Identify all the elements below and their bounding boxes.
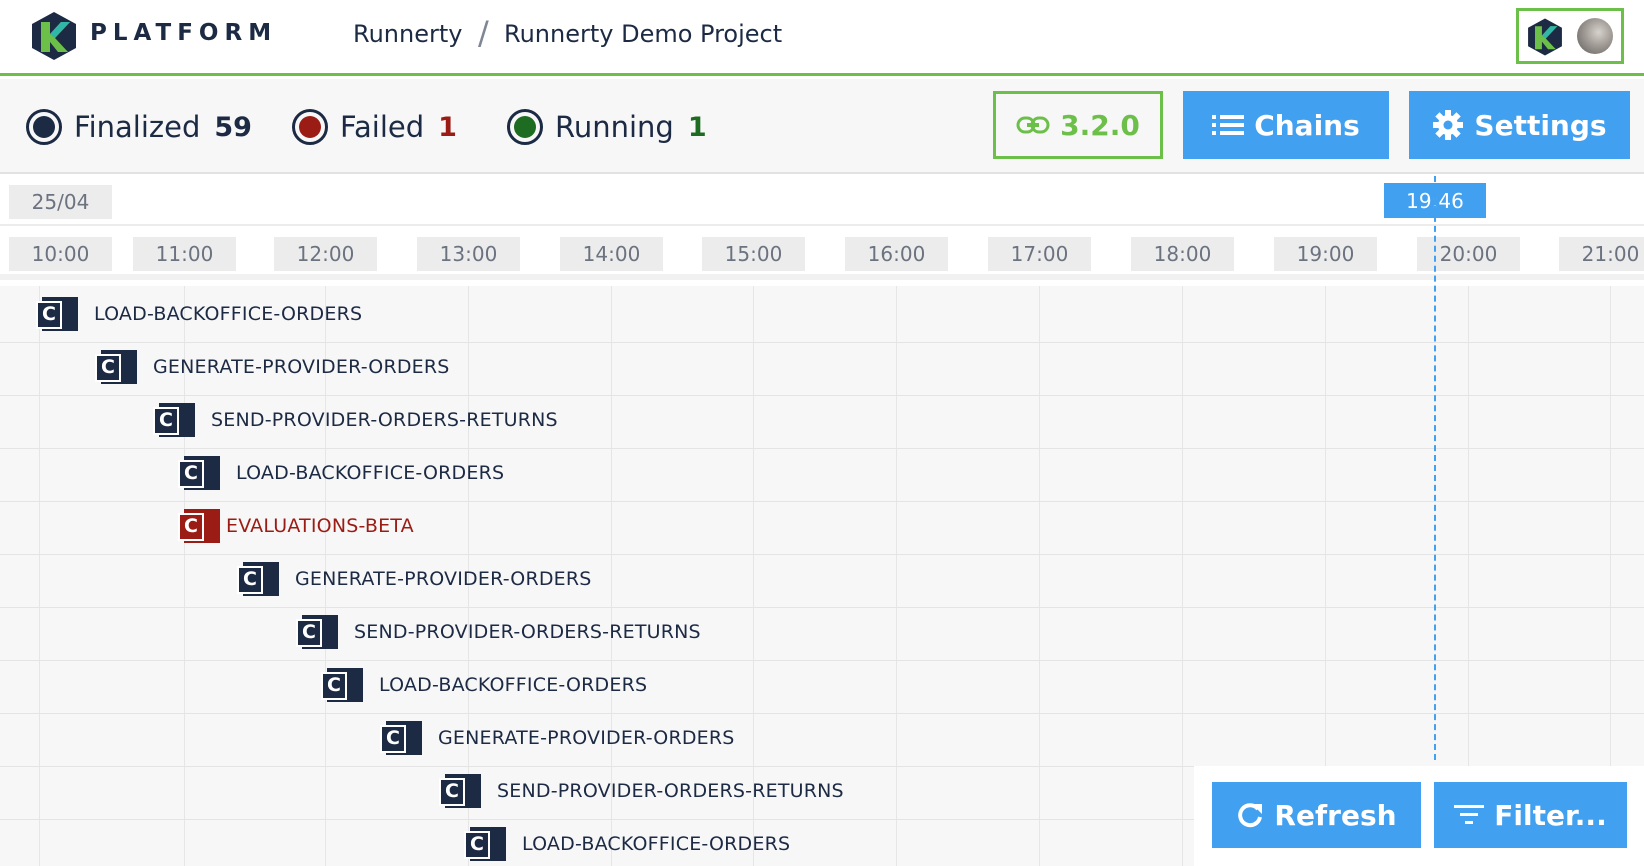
link-icon bbox=[1016, 116, 1050, 134]
chain-icon: C bbox=[95, 350, 137, 384]
brand-name[interactable]: PLATFORM bbox=[90, 20, 277, 46]
hour-label: 21:00 bbox=[1559, 237, 1644, 271]
finalized-label: Finalized bbox=[74, 110, 201, 144]
chain-icon: C bbox=[464, 827, 506, 861]
chain-name: SEND-PROVIDER-ORDERS-RETURNS bbox=[497, 780, 844, 802]
status-bar: Finalized 59 Failed 1 Running 1 3.2.0 Ch… bbox=[0, 79, 1644, 174]
chain-row[interactable]: C GENERATE-PROVIDER-ORDERS bbox=[237, 559, 592, 599]
chain-failed-icon: C bbox=[178, 509, 220, 543]
chain-icon: C bbox=[380, 721, 422, 755]
hour-label: 11:00 bbox=[133, 237, 236, 271]
settings-button[interactable]: Settings bbox=[1409, 91, 1630, 159]
org-logo-icon bbox=[1528, 18, 1562, 56]
platform-logo-icon[interactable] bbox=[28, 10, 80, 62]
hour-label: 19:00 bbox=[1274, 237, 1377, 271]
filter-button[interactable]: Filter... bbox=[1434, 782, 1627, 848]
version-label: 3.2.0 bbox=[1060, 108, 1140, 142]
chain-icon: C bbox=[296, 615, 338, 649]
chain-row-failed[interactable]: C EVALUATIONS-BETA bbox=[178, 506, 414, 546]
chain-name: GENERATE-PROVIDER-ORDERS bbox=[153, 356, 450, 378]
chain-row[interactable]: C SEND-PROVIDER-ORDERS-RETURNS bbox=[153, 400, 558, 440]
avatar[interactable] bbox=[1577, 18, 1613, 54]
filter-icon bbox=[1454, 805, 1485, 824]
date-label: 25/04 bbox=[9, 185, 112, 219]
list-icon bbox=[1212, 115, 1245, 135]
hour-label: 18:00 bbox=[1131, 237, 1234, 271]
chain-row[interactable]: C SEND-PROVIDER-ORDERS-RETURNS bbox=[439, 771, 844, 811]
chain-row[interactable]: C LOAD-BACKOFFICE-ORDERS bbox=[464, 824, 790, 864]
filter-label: Filter... bbox=[1494, 798, 1607, 832]
running-label: Running bbox=[555, 110, 674, 144]
chain-icon: C bbox=[178, 456, 220, 490]
current-time-line bbox=[1434, 176, 1436, 760]
chain-row[interactable]: C LOAD-BACKOFFICE-ORDERS bbox=[321, 665, 647, 705]
chain-row[interactable]: C LOAD-BACKOFFICE-ORDERS bbox=[178, 453, 504, 493]
chain-name: SEND-PROVIDER-ORDERS-RETURNS bbox=[211, 409, 558, 431]
chain-row[interactable]: C SEND-PROVIDER-ORDERS-RETURNS bbox=[296, 612, 701, 652]
version-button[interactable]: 3.2.0 bbox=[993, 91, 1163, 159]
chain-icon: C bbox=[439, 774, 481, 808]
finalized-status-icon bbox=[26, 109, 62, 145]
user-menu[interactable] bbox=[1516, 8, 1624, 64]
breadcrumb-project[interactable]: Runnerty Demo Project bbox=[504, 20, 782, 48]
hour-label: 14:00 bbox=[560, 237, 663, 271]
chain-name: GENERATE-PROVIDER-ORDERS bbox=[438, 727, 735, 749]
running-stat[interactable]: Running 1 bbox=[507, 107, 707, 147]
failed-label: Failed bbox=[340, 110, 425, 144]
chain-name: EVALUATIONS-BETA bbox=[226, 515, 414, 537]
hour-label: 20:00 bbox=[1417, 237, 1520, 271]
hour-label: 15:00 bbox=[702, 237, 805, 271]
breadcrumb-separator: / bbox=[478, 14, 489, 52]
hour-label: 10:00 bbox=[9, 237, 112, 271]
finalized-count: 59 bbox=[214, 111, 252, 143]
chain-name: LOAD-BACKOFFICE-ORDERS bbox=[522, 833, 791, 855]
refresh-button[interactable]: Refresh bbox=[1212, 782, 1421, 848]
chain-name: LOAD-BACKOFFICE-ORDERS bbox=[94, 303, 363, 325]
running-count: 1 bbox=[687, 111, 707, 143]
chain-name: LOAD-BACKOFFICE-ORDERS bbox=[379, 674, 648, 696]
hour-label: 12:00 bbox=[274, 237, 377, 271]
chain-row[interactable]: C GENERATE-PROVIDER-ORDERS bbox=[95, 347, 450, 387]
failed-stat[interactable]: Failed 1 bbox=[292, 107, 457, 147]
chain-icon: C bbox=[321, 668, 363, 702]
chains-button[interactable]: Chains bbox=[1183, 91, 1389, 159]
hour-label: 17:00 bbox=[988, 237, 1091, 271]
chain-name: SEND-PROVIDER-ORDERS-RETURNS bbox=[354, 621, 701, 643]
failed-count: 1 bbox=[438, 111, 457, 143]
refresh-icon bbox=[1238, 803, 1263, 828]
chains-label: Chains bbox=[1254, 108, 1360, 142]
hour-label: 16:00 bbox=[845, 237, 948, 271]
finalized-stat[interactable]: Finalized 59 bbox=[26, 107, 252, 147]
chain-icon: C bbox=[237, 562, 279, 596]
chain-name: LOAD-BACKOFFICE-ORDERS bbox=[236, 462, 505, 484]
timeline-date-row: 25/04 19:46 bbox=[0, 176, 1644, 226]
settings-label: Settings bbox=[1474, 108, 1607, 142]
hour-label: 13:00 bbox=[417, 237, 520, 271]
chain-icon: C bbox=[153, 403, 195, 437]
chain-icon: C bbox=[36, 297, 78, 331]
chain-row[interactable]: C LOAD-BACKOFFICE-ORDERS bbox=[36, 294, 362, 334]
chain-name: GENERATE-PROVIDER-ORDERS bbox=[295, 568, 592, 590]
breadcrumb-organization[interactable]: Runnerty bbox=[353, 20, 462, 48]
refresh-label: Refresh bbox=[1274, 798, 1397, 832]
top-navbar: PLATFORM Runnerty / Runnerty Demo Projec… bbox=[0, 0, 1644, 76]
failed-status-icon bbox=[292, 109, 328, 145]
running-status-icon bbox=[507, 109, 543, 145]
timeline-hour-row: 10:00 11:00 12:00 13:00 14:00 15:00 16:0… bbox=[0, 228, 1644, 280]
gear-icon bbox=[1433, 110, 1464, 140]
chain-row[interactable]: C GENERATE-PROVIDER-ORDERS bbox=[380, 718, 735, 758]
